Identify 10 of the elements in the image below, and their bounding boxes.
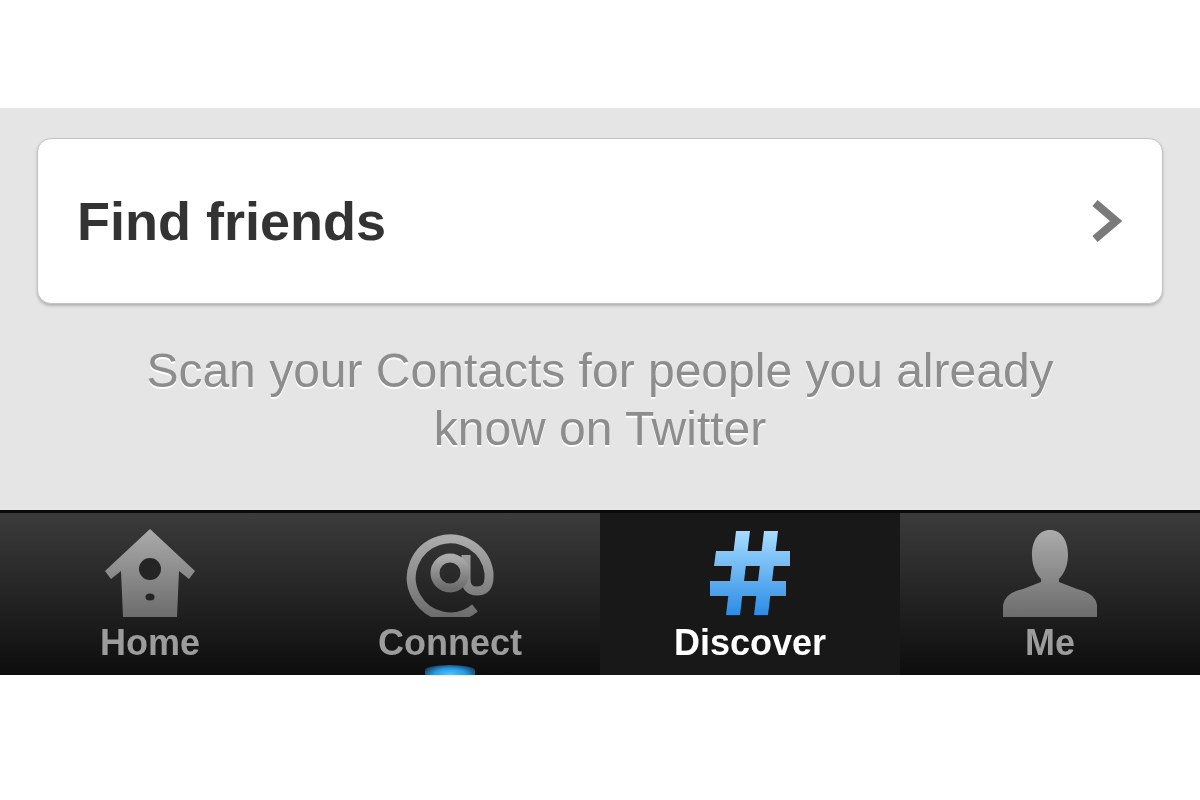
tab[interactable]: Connect <box>300 513 600 675</box>
tab[interactable]: Discover <box>600 513 900 675</box>
person-silhouette-icon <box>1003 529 1097 617</box>
birdhouse-icon <box>105 529 195 617</box>
tab[interactable]: Me <box>900 513 1200 675</box>
chevron-right-icon <box>1090 199 1122 243</box>
hash-icon <box>710 529 790 617</box>
caption-text: Scan your Contacts for people you already know on Twitter <box>145 343 1055 457</box>
find-friends-button[interactable]: Find friends <box>37 138 1163 304</box>
tab[interactable]: Home <box>0 513 300 675</box>
